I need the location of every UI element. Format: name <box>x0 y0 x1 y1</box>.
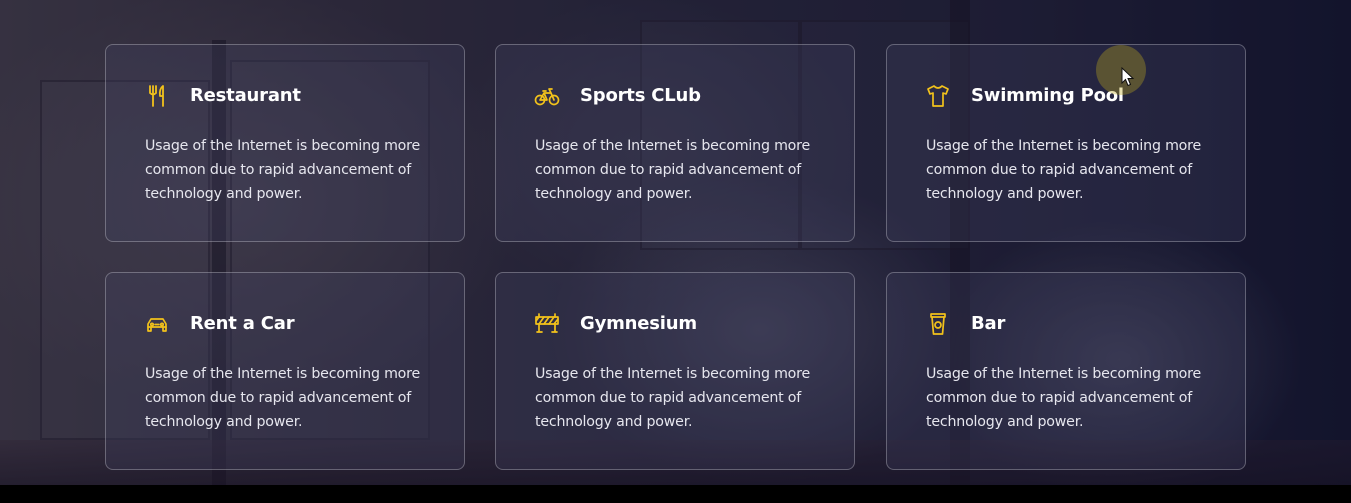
car-icon <box>144 311 170 337</box>
barrier-icon <box>534 311 560 337</box>
service-card-bar[interactable]: Bar Usage of the Internet is becoming mo… <box>886 272 1246 470</box>
service-card-swimming-pool[interactable]: Swimming Pool Usage of the Internet is b… <box>886 44 1246 242</box>
service-description: Usage of the Internet is becoming more c… <box>926 366 1202 430</box>
service-card-restaurant[interactable]: Restaurant Usage of the Internet is beco… <box>105 44 465 242</box>
service-title: Restaurant <box>190 85 301 106</box>
bicycle-icon <box>534 83 560 109</box>
service-title: Bar <box>971 313 1006 334</box>
service-title: Swimming Pool <box>971 85 1124 106</box>
bottom-letterbox <box>0 485 1351 503</box>
service-card-sports-club[interactable]: Sports CLub Usage of the Internet is bec… <box>495 44 855 242</box>
utensils-icon <box>144 83 170 109</box>
service-card-gymnesium[interactable]: Gymnesium Usage of the Internet is becom… <box>495 272 855 470</box>
service-description: Usage of the Internet is becoming more c… <box>926 138 1202 202</box>
tshirt-icon <box>925 83 951 109</box>
cup-icon <box>925 311 951 337</box>
service-description: Usage of the Internet is becoming more c… <box>145 366 421 430</box>
service-title: Sports CLub <box>580 85 701 106</box>
service-description: Usage of the Internet is becoming more c… <box>535 366 811 430</box>
service-description: Usage of the Internet is becoming more c… <box>145 138 421 202</box>
service-title: Gymnesium <box>580 313 697 334</box>
service-card-rent-a-car[interactable]: Rent a Car Usage of the Internet is beco… <box>105 272 465 470</box>
mouse-cursor-icon <box>1121 67 1135 87</box>
service-description: Usage of the Internet is becoming more c… <box>535 138 811 202</box>
service-title: Rent a Car <box>190 313 295 334</box>
